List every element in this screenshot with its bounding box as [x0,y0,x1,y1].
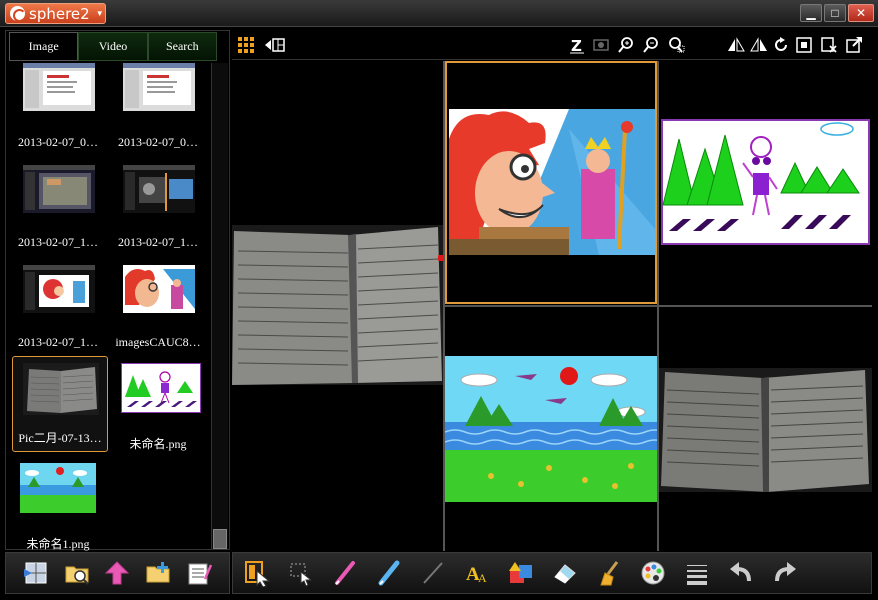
pen-icon[interactable] [327,556,363,590]
svg-text:A: A [478,571,487,585]
capture-icon[interactable] [592,36,610,54]
new-folder-icon[interactable] [140,556,176,590]
display-cell-notebook[interactable] [232,61,444,551]
drawing-image [661,119,870,245]
thumbnail-grid: 2013-02-07_0… 2013-02-07_0… 2013-02-07_1… [8,63,208,551]
thumbnail-label: 2013-02-07_1… [18,235,98,249]
export-icon[interactable] [845,36,863,54]
highlighter-icon[interactable] [371,556,407,590]
freeze-icon[interactable]: Z [568,36,586,54]
layout-select-icon[interactable] [239,556,275,590]
display-cell-cartoon-selected[interactable] [445,61,657,304]
cell-marker [438,255,444,261]
thumbnail-label: 2013-02-07_1… [18,335,98,349]
line-width-icon[interactable] [679,556,715,590]
grid-view-icon[interactable] [237,36,255,54]
title-bar: sphere2 ▼ ▁ □ ✕ [0,0,878,27]
dropdown-arrow-icon: ▼ [95,9,104,18]
thumbnail-label: 2013-02-07_1… [118,235,198,249]
thumbnail-scrollbar[interactable] [211,63,228,549]
thumbnail-label: 未命名.png [129,437,187,451]
thumbnail-image [23,165,95,213]
notebook-photo [232,225,444,385]
line-icon[interactable] [415,556,451,590]
scrollbar-thumb[interactable] [213,529,227,549]
thumbnail-label: 2013-02-07_0… [18,135,98,149]
thumbnail-image [123,265,195,313]
thumbnail-image [20,463,96,513]
maximize-button[interactable]: □ [824,4,846,22]
thumbnail-item[interactable]: 2013-02-07_0… [110,63,206,159]
thumbnail-image [23,363,99,415]
media-tabs: Image Video Search [9,32,217,61]
view-toolbar: Z [232,30,872,60]
flip-v-icon[interactable] [750,36,768,54]
thumbnail-item[interactable]: 未命名1.png [10,461,106,557]
redo-icon[interactable] [767,556,803,590]
fit-icon[interactable] [795,36,813,54]
thumbnail-label: 未命名1.png [26,537,90,551]
thumbnail-image [23,63,95,111]
zoom-in-icon[interactable] [617,36,635,54]
zoom-out-icon[interactable] [642,36,660,54]
flip-h-icon[interactable] [727,36,745,54]
thumbnail-item[interactable]: 2013-02-07_0… [10,63,106,159]
thumbnail-image [121,363,201,413]
display-cell-landscape[interactable] [445,308,657,551]
app-name: sphere2 [29,4,90,23]
text-icon[interactable]: AA [459,556,495,590]
rotate-icon[interactable] [772,36,790,54]
upload-icon[interactable] [99,556,135,590]
undo-icon[interactable] [723,556,759,590]
display-cell-drawing[interactable] [659,61,872,304]
eraser-icon[interactable] [547,556,583,590]
marquee-icon[interactable] [283,556,319,590]
edit-list-icon[interactable] [181,556,217,590]
tab-video[interactable]: Video [78,32,148,61]
landscape-image [445,356,657,502]
import-icon[interactable] [18,556,54,590]
thumbnail-label: imagesCAUC8… [115,335,201,349]
thumbnail-item[interactable]: 2013-02-07_1… [10,163,106,259]
annotation-toolbar: AA [232,552,872,594]
close-image-icon[interactable] [820,36,838,54]
thumbnail-image [123,165,195,213]
grid-divider [445,305,872,307]
thumbnail-item[interactable]: 未命名.png [110,363,206,459]
thumbnail-item[interactable]: imagesCAUC8… [110,263,206,359]
thumbnail-label: Pic二月-07-13… [18,431,102,445]
file-toolbar [5,552,230,594]
thumbnail-image [123,63,195,111]
clear-icon[interactable] [591,556,627,590]
thumbnail-item[interactable]: 2013-02-07_1… [10,263,106,359]
display-cell-notebook-2[interactable] [659,308,872,551]
thumbnail-image [23,265,95,313]
cartoon-image [449,109,655,255]
app-menu-button[interactable]: sphere2 ▼ [5,3,106,24]
notebook-photo-2 [659,368,872,492]
open-folder-icon[interactable] [59,556,95,590]
thumbnail-item-selected[interactable]: Pic二月-07-13… [12,356,108,452]
media-browser-panel: Image Video Search 2013-02-07_0… 2013-02… [5,30,230,551]
zoom-area-icon[interactable] [667,36,685,54]
back-layout-icon[interactable] [264,36,286,54]
minimize-button[interactable]: ▁ [800,4,822,22]
palette-icon[interactable] [635,556,671,590]
close-button[interactable]: ✕ [848,4,874,22]
sphere-logo-icon [10,6,26,22]
display-grid [232,61,872,551]
svg-text:Z: Z [571,37,582,54]
tab-image[interactable]: Image [9,32,79,61]
shape-icon[interactable] [503,556,539,590]
thumbnail-item[interactable]: 2013-02-07_1… [110,163,206,259]
tab-search[interactable]: Search [147,32,217,61]
thumbnail-label: 2013-02-07_0… [118,135,198,149]
